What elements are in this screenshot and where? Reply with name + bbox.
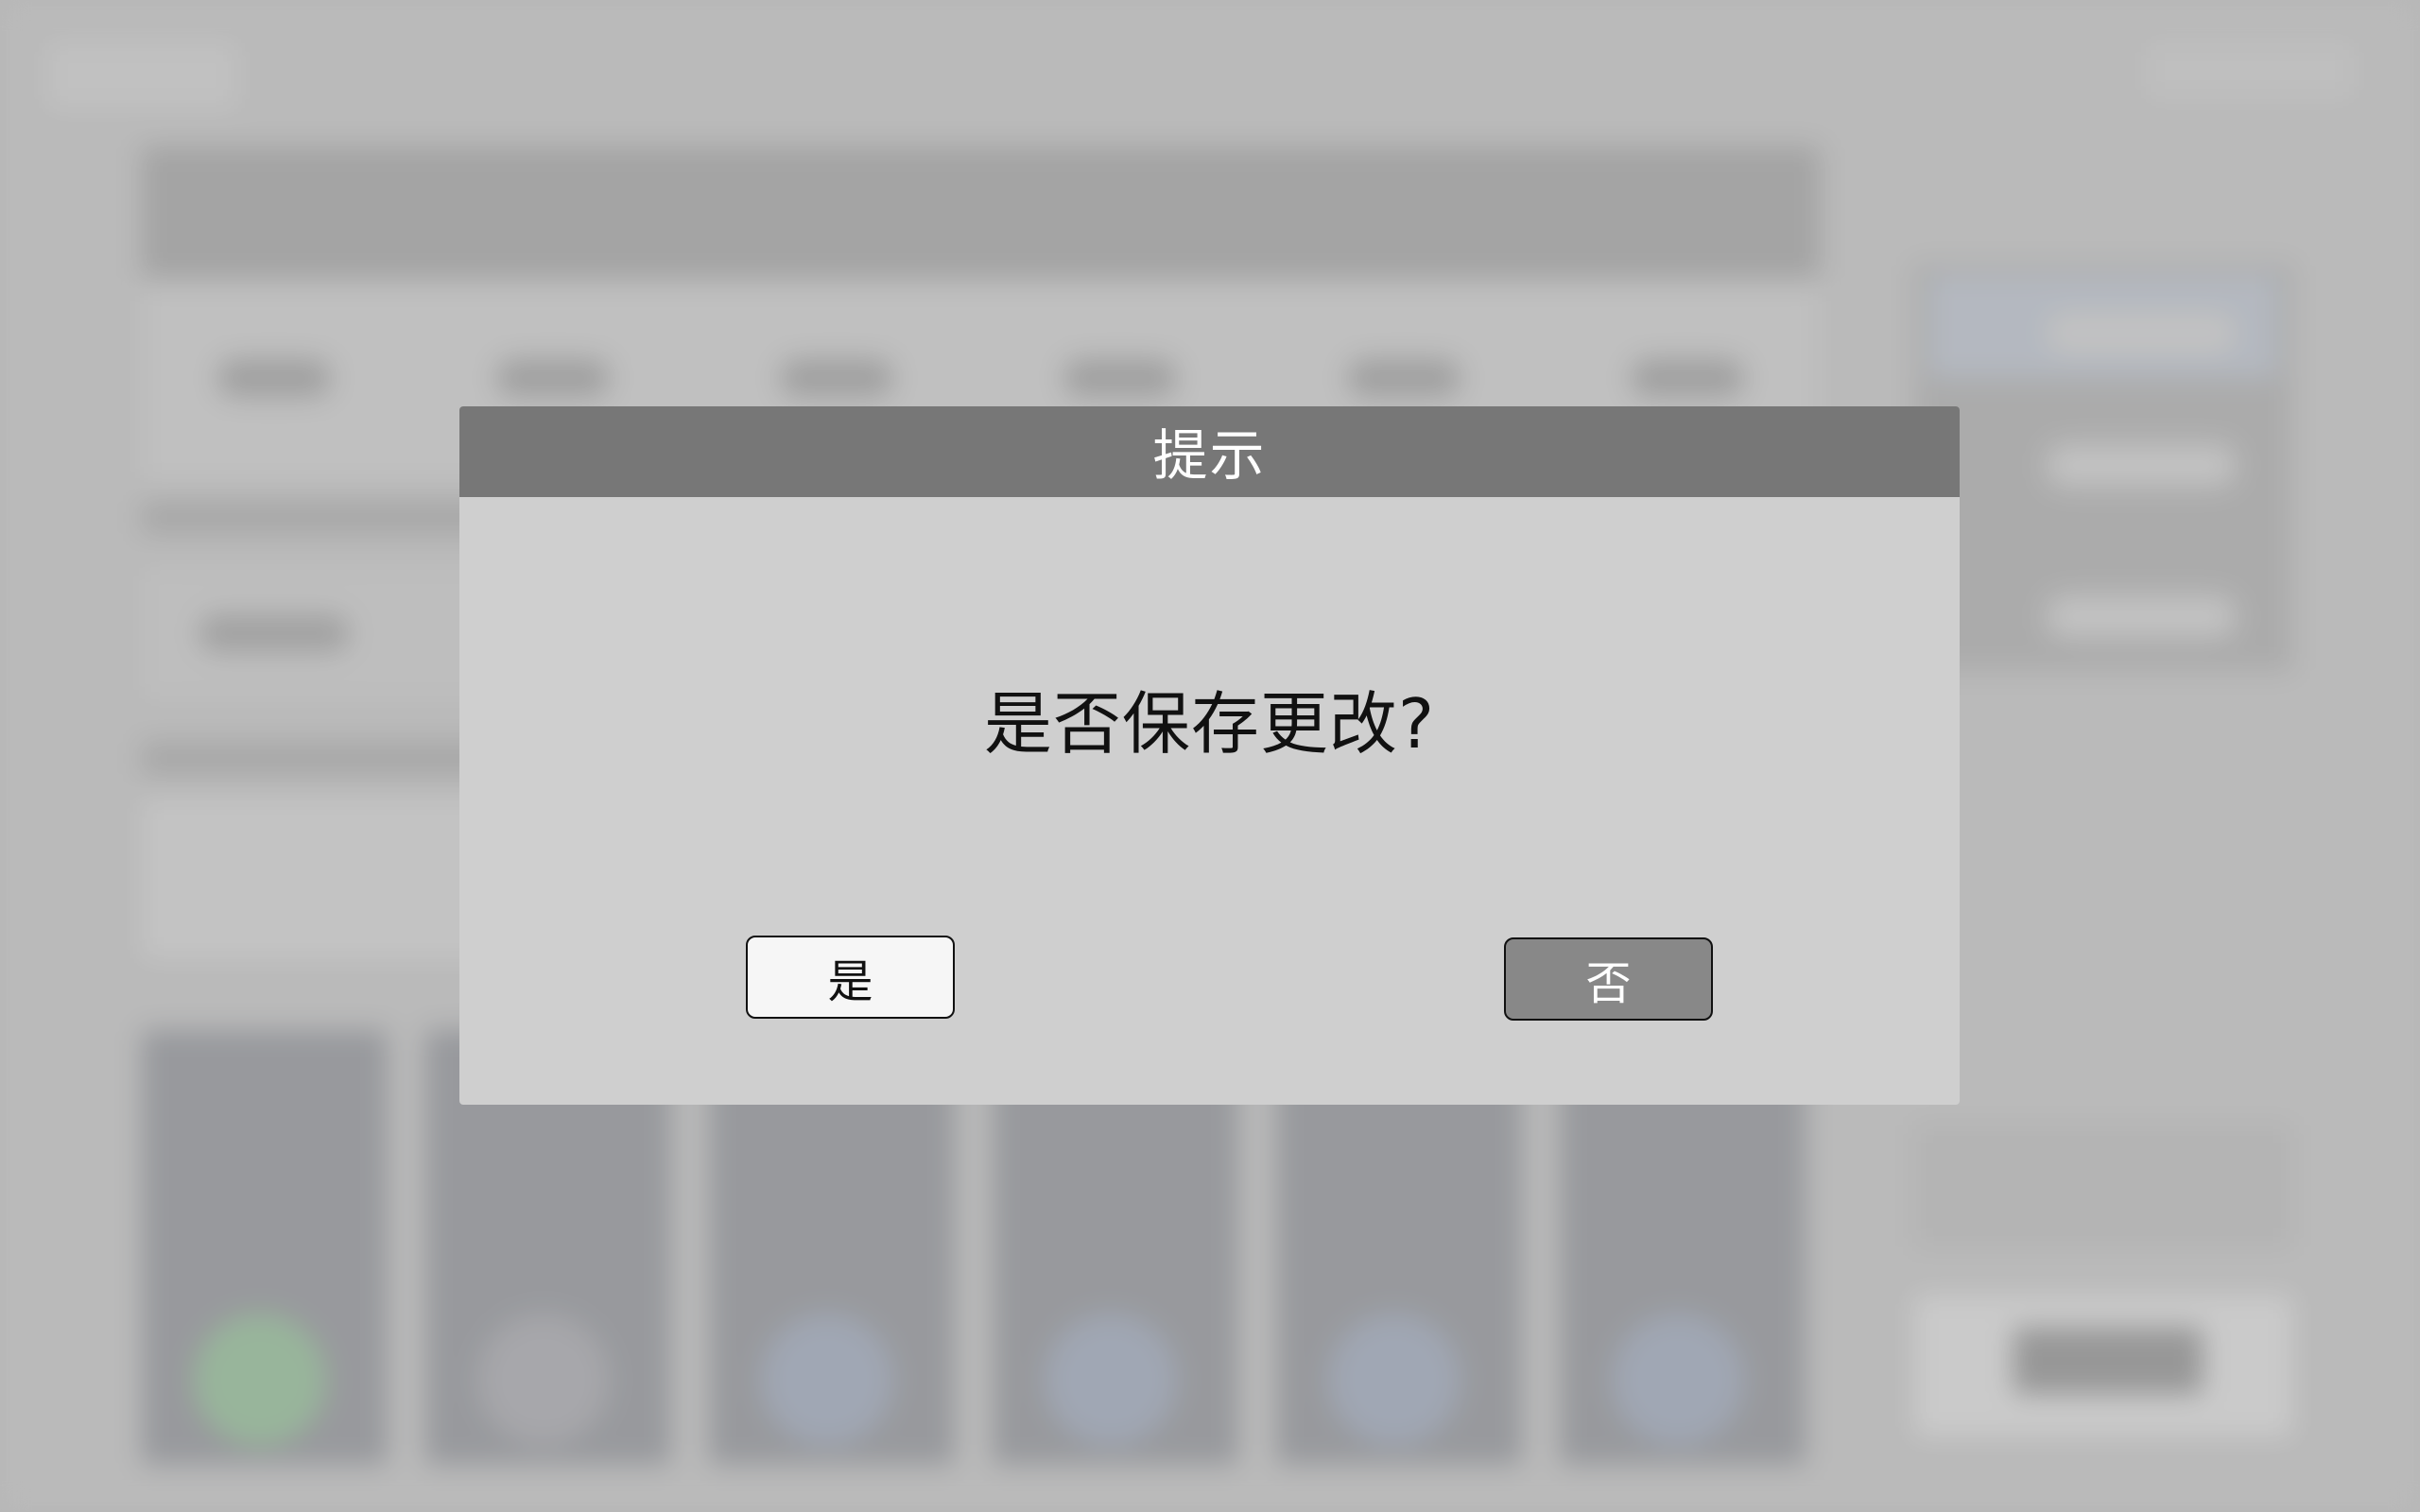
dialog-title: 提示 bbox=[1152, 423, 1267, 488]
yes-button[interactable]: 是 bbox=[746, 936, 955, 1019]
dialog-message: 是否保存更改? bbox=[983, 684, 1436, 764]
no-button-label: 否 bbox=[1585, 957, 1632, 1010]
dialog-titlebar: 提示 bbox=[459, 406, 1960, 497]
yes-button-label: 是 bbox=[827, 955, 873, 1008]
save-confirm-dialog: 提示 是否保存更改? 是 否 bbox=[459, 406, 1960, 1105]
no-button[interactable]: 否 bbox=[1504, 937, 1713, 1021]
